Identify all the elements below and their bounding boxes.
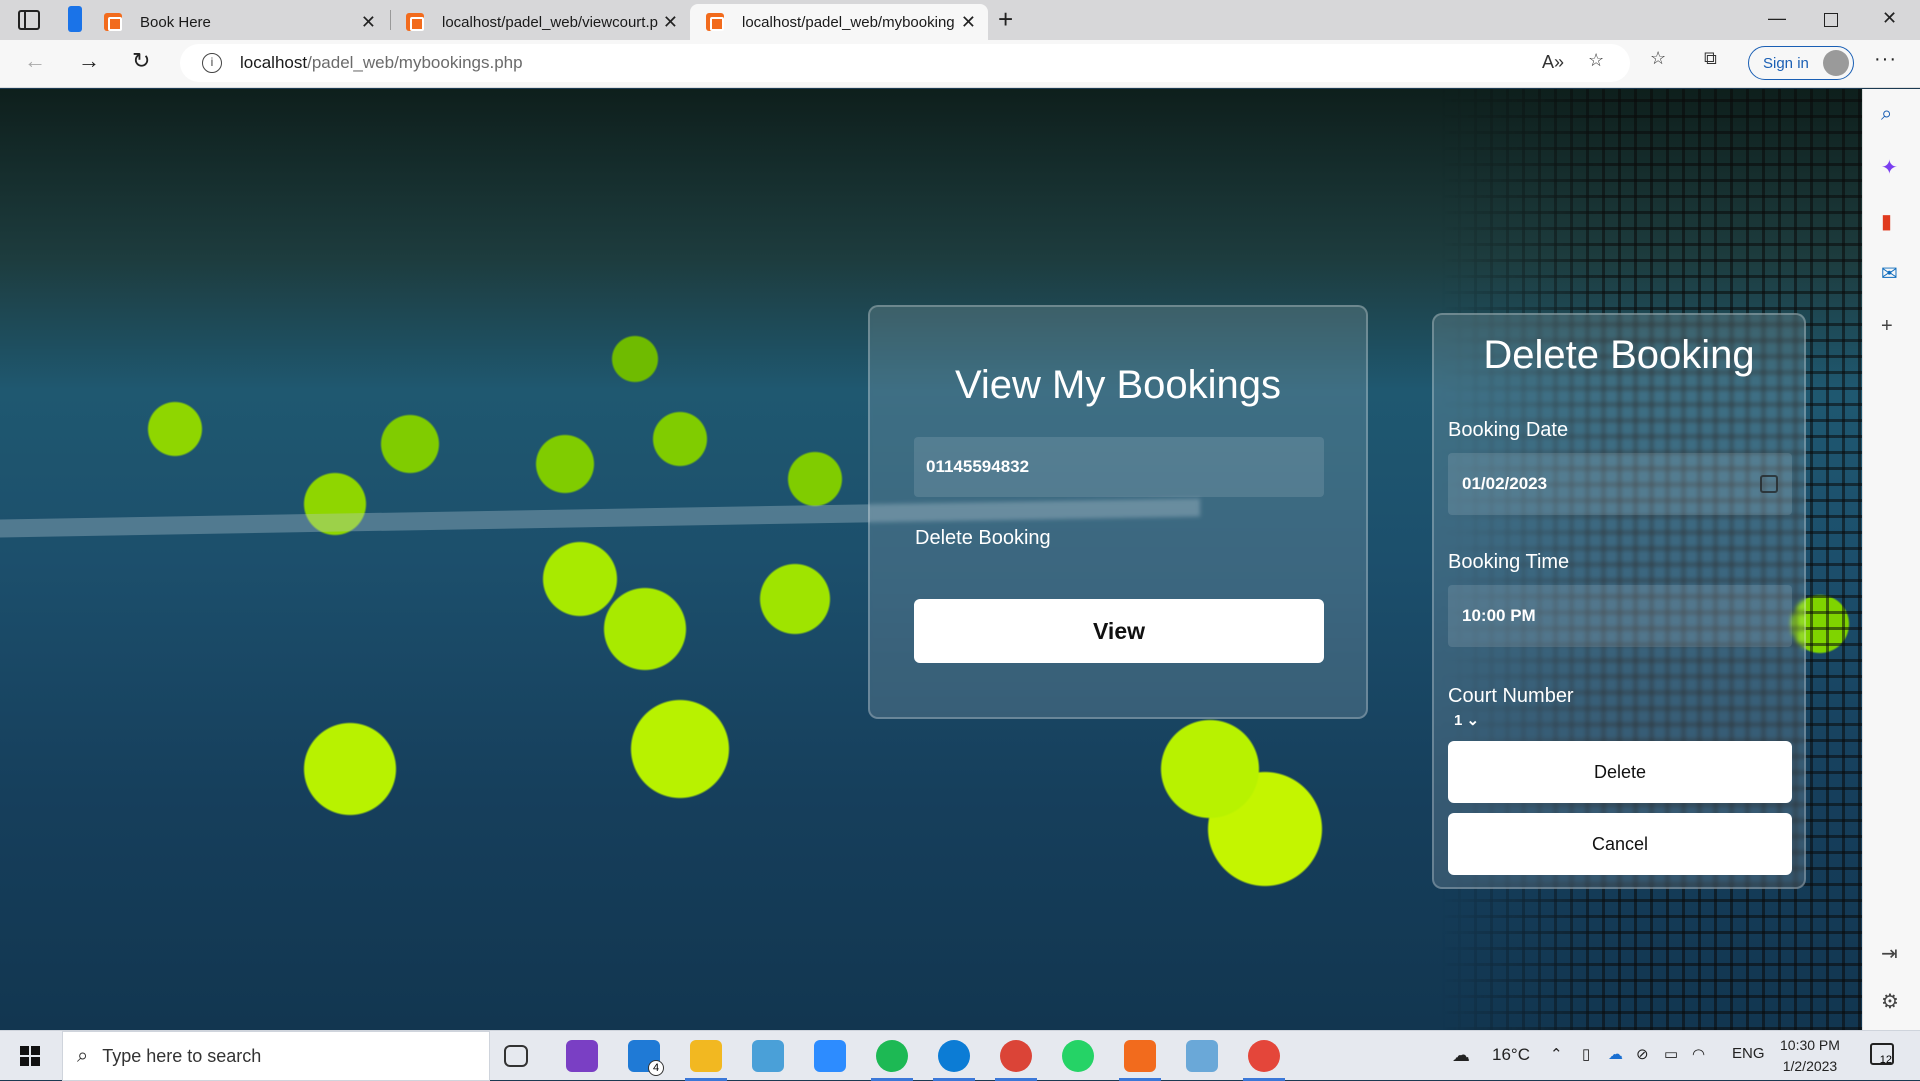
edge-icon[interactable] [933, 1040, 975, 1081]
xampp-favicon-icon [706, 13, 724, 31]
booking-time-value: 10:00 PM [1462, 606, 1536, 625]
search-icon[interactable]: ⌕ [1881, 103, 1892, 126]
delete-booking-title: Delete Booking [1483, 333, 1755, 377]
device-icon[interactable]: ▯ [1582, 1045, 1590, 1063]
paint-icon[interactable] [1243, 1040, 1285, 1081]
task-view-icon[interactable] [504, 1045, 528, 1067]
file-explorer-icon[interactable] [685, 1040, 727, 1081]
xampp-favicon-icon [406, 13, 424, 31]
spotify-icon[interactable] [871, 1040, 913, 1081]
whatsapp-icon[interactable] [1062, 1040, 1094, 1072]
visual-studio-icon[interactable] [566, 1040, 598, 1072]
zoom-icon[interactable] [814, 1040, 846, 1072]
favorites-icon[interactable]: ☆ [1650, 48, 1666, 69]
sign-in-label: Sign in [1763, 54, 1809, 72]
clock-time: 10:30 PM [1780, 1037, 1840, 1053]
chevron-up-icon[interactable]: ⌃ [1550, 1045, 1563, 1063]
add-favorite-icon[interactable]: ☆ [1588, 50, 1604, 71]
url-path: /padel_web/mybookings.php [307, 53, 523, 72]
hide-sidebar-icon[interactable]: ⇥ [1881, 941, 1898, 966]
tab-title: localhost/padel_web/viewcourt.p [442, 13, 658, 31]
language-indicator[interactable]: ENG [1732, 1045, 1765, 1062]
clock[interactable]: 10:30 PM 1/2/2023 [1780, 1035, 1840, 1077]
settings-gear-icon[interactable]: ⚙ [1881, 989, 1899, 1014]
taskbar: ⌕ Type here to search 4 ☁ 16°C ⌃ ▯ ☁ ⊘ ▭… [0, 1030, 1920, 1081]
restore-icon[interactable] [1824, 13, 1838, 27]
close-tab-icon[interactable]: ✕ [663, 12, 678, 33]
taskbar-search[interactable]: ⌕ Type here to search [62, 1031, 490, 1081]
this-pc-icon[interactable] [752, 1040, 784, 1072]
phone-input[interactable]: 01145594832 [914, 437, 1324, 497]
network-error-icon[interactable]: ⊘ [1636, 1045, 1649, 1063]
close-tab-icon[interactable]: ✕ [961, 12, 976, 33]
office-icon[interactable]: ▮ [1881, 209, 1892, 234]
calendar-icon[interactable] [1760, 475, 1778, 493]
court-number-value: 1 [1454, 712, 1463, 729]
delete-booking-card: Delete Booking Booking Date 01/02/2023 B… [1432, 313, 1806, 889]
avatar [1823, 50, 1849, 76]
site-info-icon[interactable]: i [202, 53, 222, 73]
booking-time-input[interactable]: 10:00 PM [1448, 585, 1792, 647]
search-placeholder: Type here to search [102, 1045, 262, 1066]
xampp-favicon-icon [104, 13, 122, 31]
close-tab-icon[interactable]: ✕ [361, 12, 376, 33]
booking-date-value: 01/02/2023 [1462, 474, 1548, 493]
clock-date: 1/2/2023 [1782, 1058, 1838, 1074]
read-aloud-icon[interactable]: A» [1542, 52, 1564, 73]
tab-bar: Book Here ✕ localhost/padel_web/viewcour… [0, 0, 1920, 40]
url-bar[interactable]: i localhost/padel_web/mybookings.php A» … [180, 44, 1630, 82]
view-bookings-title: View My Bookings [954, 363, 1282, 407]
cancel-button[interactable]: Cancel [1448, 813, 1792, 875]
booking-time-label: Booking Time [1448, 551, 1570, 573]
view-bookings-card: View My Bookings 01145594832 Delete Book… [868, 305, 1368, 719]
edge-sidebar: ⌕ ✦ ▮ ✉ + ⇥ ⚙ [1862, 89, 1920, 1030]
forward-icon[interactable]: → [78, 48, 100, 74]
delete-button[interactable]: Delete [1448, 741, 1792, 803]
weather-temp[interactable]: 16°C [1492, 1045, 1530, 1065]
court-number-select[interactable]: 1 ⌄ [1454, 711, 1479, 729]
page-background: View My Bookings 01145594832 Delete Book… [0, 89, 1862, 1030]
notifications-icon[interactable]: 12 [1870, 1043, 1894, 1066]
tab-title: Book Here [140, 13, 211, 31]
minimize-icon[interactable]: — [1768, 8, 1786, 29]
sign-in-button[interactable]: Sign in [1748, 46, 1854, 80]
wifi-icon[interactable]: ◠ [1692, 1045, 1705, 1063]
tab-mybookings[interactable]: localhost/padel_web/mybooking ✕ [690, 4, 988, 40]
collections-icon[interactable]: ⧉ [1704, 48, 1717, 69]
search-icon: ⌕ [77, 1044, 89, 1067]
battery-icon[interactable]: ▭ [1664, 1045, 1678, 1063]
chevron-down-icon: ⌄ [1466, 712, 1480, 729]
url-host: localhost [240, 53, 308, 72]
court-number-label: Court Number [1448, 685, 1574, 707]
copilot-icon[interactable]: ✦ [1881, 155, 1898, 180]
mail-badge: 4 [648, 1060, 664, 1076]
weather-icon: ☁ [1452, 1045, 1470, 1065]
tab-viewcourt[interactable]: localhost/padel_web/viewcourt.p ✕ [390, 4, 690, 40]
refresh-icon[interactable]: ↻ [132, 48, 150, 74]
back-icon[interactable]: ← [24, 48, 46, 74]
workspaces-icon[interactable] [68, 6, 82, 32]
address-toolbar: ← → ↻ i localhost/padel_web/mybookings.p… [0, 40, 1920, 88]
virtualbox-icon[interactable] [1186, 1040, 1218, 1072]
tab-book-here[interactable]: Book Here ✕ [88, 4, 388, 40]
outlook-icon[interactable]: ✉ [1881, 261, 1898, 286]
tab-title: localhost/padel_web/mybooking [742, 13, 955, 31]
view-button[interactable]: View [914, 599, 1324, 663]
onedrive-icon[interactable]: ☁ [1608, 1045, 1623, 1063]
notification-count: 12 [1879, 1054, 1892, 1066]
booking-date-input[interactable]: 01/02/2023 [1448, 453, 1792, 515]
delete-booking-link[interactable]: Delete Booking [915, 527, 1051, 550]
xampp-icon[interactable] [1119, 1040, 1161, 1081]
window-close-icon[interactable]: ✕ [1882, 8, 1897, 29]
windows-start-icon[interactable] [20, 1046, 40, 1066]
chrome-icon[interactable] [995, 1040, 1037, 1081]
booking-date-label: Booking Date [1448, 419, 1569, 441]
add-icon[interactable]: + [1881, 315, 1893, 338]
new-tab-icon[interactable]: + [998, 4, 1013, 35]
more-options-icon[interactable]: ··· [1874, 48, 1897, 71]
mail-icon[interactable]: 4 [628, 1040, 664, 1076]
tab-actions-icon[interactable] [18, 10, 40, 30]
